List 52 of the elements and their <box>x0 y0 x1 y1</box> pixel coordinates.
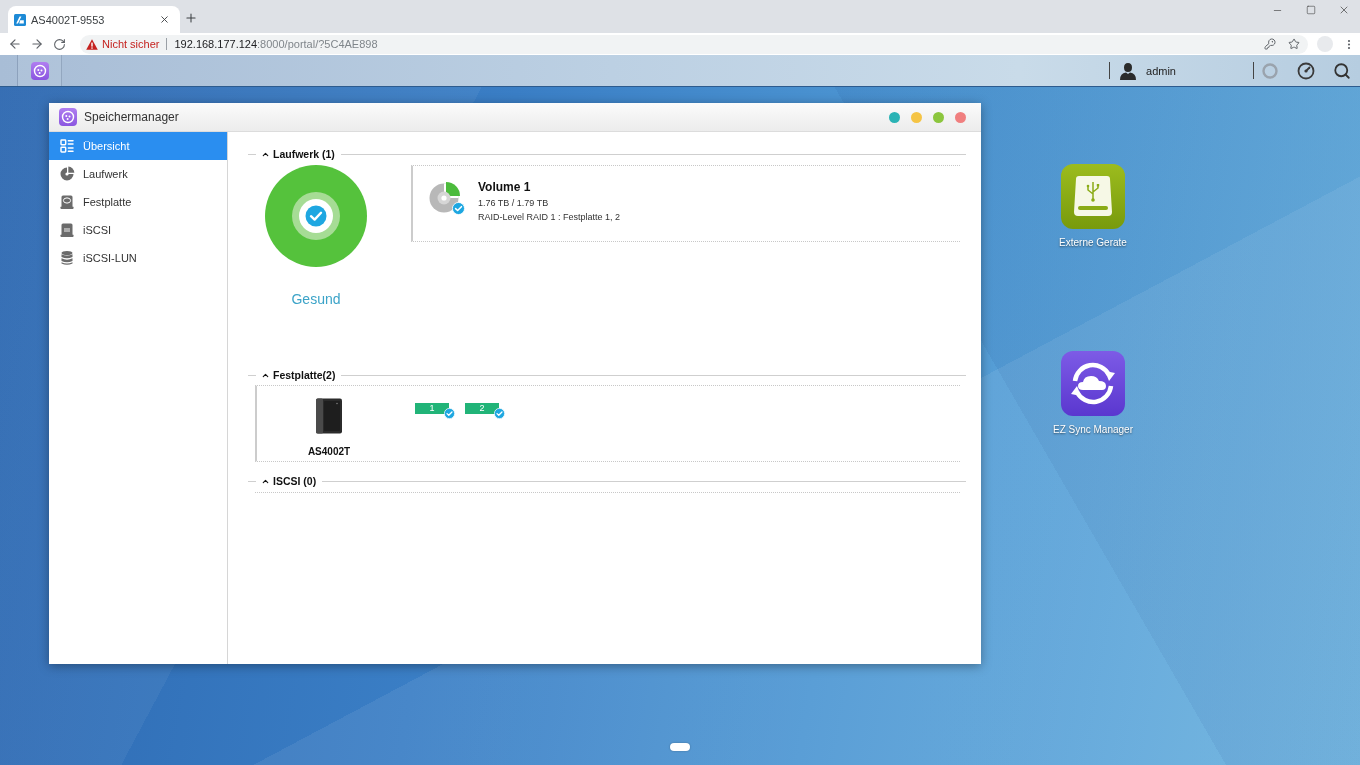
usb-drive-icon <box>1061 164 1125 229</box>
nas-device-icon <box>313 398 345 434</box>
window-control-button[interactable] <box>889 111 900 123</box>
database-icon <box>59 250 75 266</box>
disc-usage-icon <box>429 180 463 214</box>
drive-icon <box>59 222 75 238</box>
capacity-text: 1.76 TB / 1.79 TB <box>478 198 550 208</box>
status-label: Gesund <box>291 291 341 307</box>
window-control-button[interactable] <box>933 111 944 123</box>
window-control-button[interactable] <box>955 111 966 123</box>
new-tab-button[interactable] <box>183 10 199 26</box>
sidebar-item[interactable]: iSCSI-LUN <box>49 244 227 272</box>
address-bar[interactable]: Nicht sicher 192.168.177.124:8000/portal/?5C4AE898 <box>80 34 1308 54</box>
star-icon <box>1288 38 1300 50</box>
volume-name: Volume 1 <box>478 180 532 194</box>
ring-icon <box>1262 62 1278 79</box>
password-key-button[interactable] <box>1263 37 1277 51</box>
list-icon <box>59 138 75 154</box>
hard-drive-icon <box>59 194 75 210</box>
favicon-icon <box>14 13 26 26</box>
dock-handle[interactable] <box>670 743 690 751</box>
close-icon <box>158 14 170 25</box>
sidebar-item[interactable]: Festplatte <box>49 188 227 216</box>
security-label: Nicht sicher <box>102 38 160 50</box>
app-icon <box>30 61 49 80</box>
back-icon <box>8 37 22 51</box>
reload-icon <box>52 37 66 51</box>
user-icon <box>1119 61 1138 80</box>
app-icon <box>59 108 77 126</box>
section-toggle[interactable]: Festplatte(2) <box>261 369 336 381</box>
search-icon <box>1333 61 1351 80</box>
key-icon <box>1264 38 1276 50</box>
forward-icon <box>30 37 44 51</box>
gauge-icon <box>1297 61 1315 80</box>
cloud-sync-icon <box>1061 351 1125 416</box>
sidebar-item[interactable]: iSCSI <box>49 216 227 244</box>
window-control-button[interactable] <box>911 111 922 123</box>
bookmark-button[interactable] <box>1287 37 1301 51</box>
device-name: AS4002T <box>307 446 351 457</box>
volume-card[interactable]: Volume 1 1.76 TB / 1.79 TB RAID-Level RAID 1 : Festplatte 1, 2 <box>411 165 960 242</box>
warning-icon <box>86 38 98 50</box>
plus-icon <box>184 11 198 25</box>
browser-tab[interactable]: AS4002T-9553 <box>8 6 180 33</box>
raid-text: RAID-Level RAID 1 : Festplatte 1, 2 <box>478 212 621 222</box>
sidebar-item[interactable]: Laufwerk <box>49 160 227 188</box>
section-toggle[interactable]: ISCSI (0) <box>261 475 317 487</box>
taskbar-app-button[interactable] <box>18 55 62 86</box>
maximize-icon <box>1305 5 1316 15</box>
user-menu-button[interactable]: admin <box>1119 59 1176 82</box>
section-toggle[interactable]: Laufwerk (1) <box>261 148 335 160</box>
window-title: Speichermanager <box>84 110 179 124</box>
url-text: 192.168.177.124:8000/portal/?5C4AE898 <box>174 38 378 50</box>
